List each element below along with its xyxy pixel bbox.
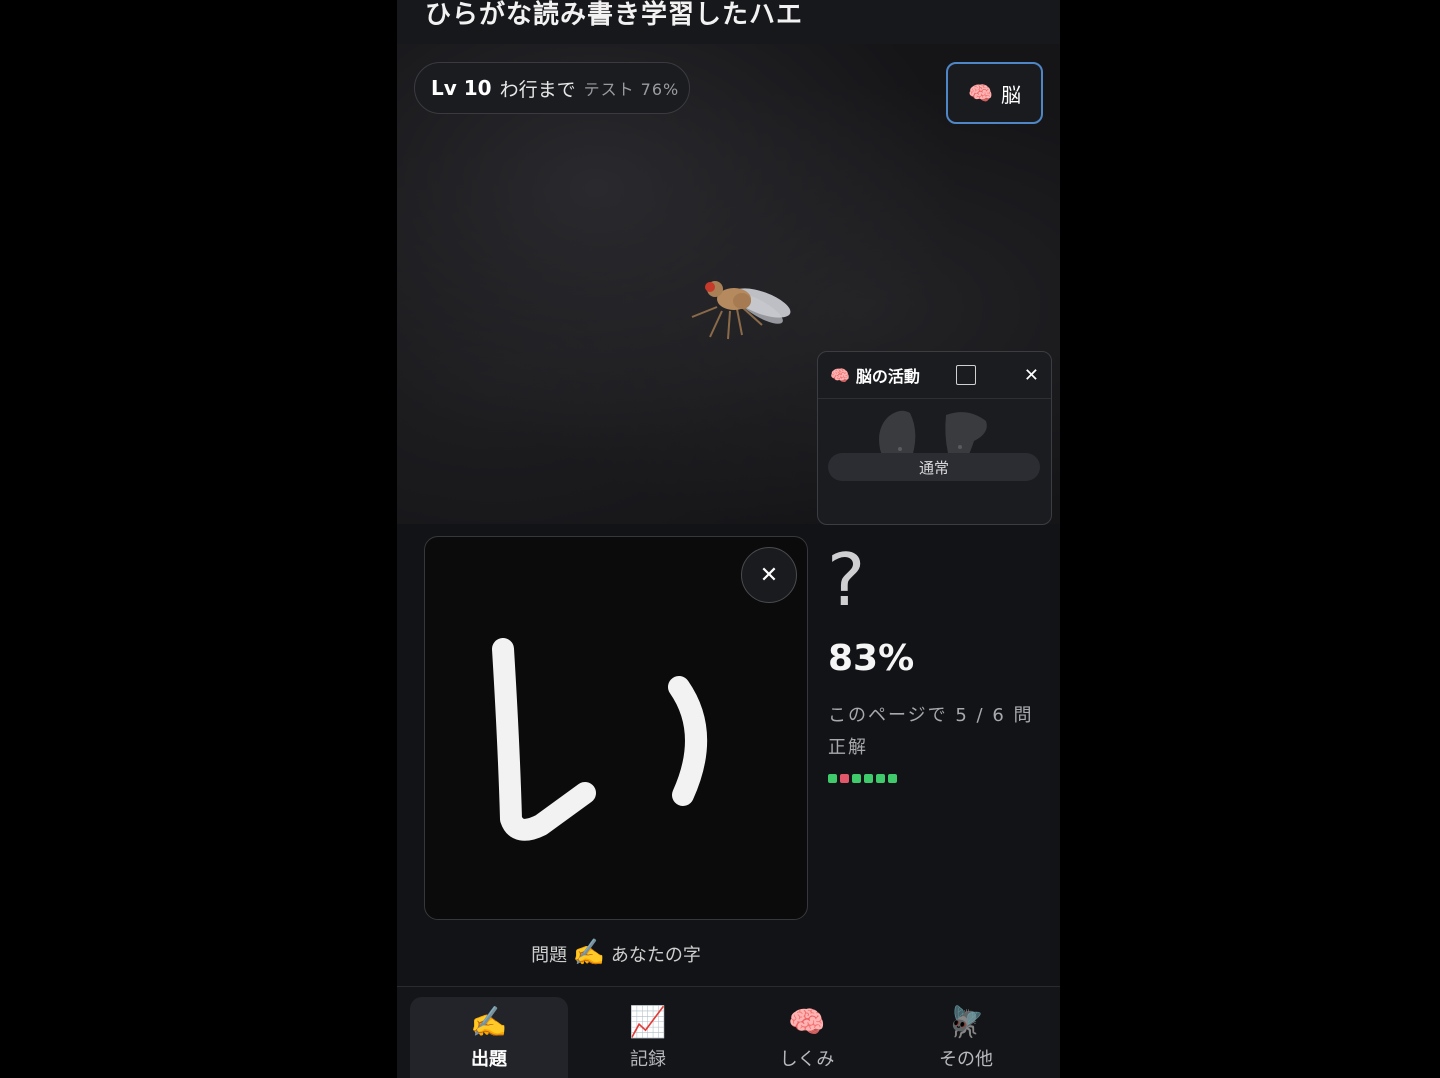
- brain-icon: 🧠: [830, 365, 850, 385]
- answer-history: [828, 774, 897, 783]
- caption-prefix: 問題: [531, 945, 568, 966]
- brain-panel-header: 🧠 脳の活動 ✕: [818, 352, 1051, 399]
- nav-item-records[interactable]: 📈 記録: [569, 997, 727, 1078]
- brain-activity-panel: 🧠 脳の活動 ✕ 通常: [817, 351, 1052, 525]
- answer-dot: [840, 774, 849, 783]
- fly-image: [691, 281, 791, 340]
- brain-panel-title: 脳の活動: [855, 367, 920, 386]
- writing-hand-icon: ✍️: [572, 938, 606, 968]
- brain-button[interactable]: 🧠 脳: [946, 62, 1043, 124]
- answer-dot: [828, 774, 837, 783]
- brain-button-label: 脳: [1000, 82, 1021, 107]
- answer-dot: [876, 774, 885, 783]
- nav-item-quiz[interactable]: ✍️ 出題: [410, 997, 568, 1078]
- nav-item-label: しくみ: [779, 1049, 835, 1070]
- nav-item-label: 記録: [630, 1049, 666, 1070]
- drawing-canvas[interactable]: ✕: [424, 536, 808, 920]
- page-score: このページで 5 / 6 問 正解: [828, 705, 1034, 758]
- brain-panel-close-button[interactable]: ✕: [1024, 365, 1039, 386]
- brain-activity-view: 通常: [818, 399, 1051, 489]
- brain-icon: 🧠: [968, 81, 993, 105]
- nav-item-mechanism[interactable]: 🧠 しくみ: [728, 997, 886, 1078]
- level-pill[interactable]: Lv 10 わ行まで テスト 76%: [414, 62, 690, 114]
- level-range: わ行まで: [499, 78, 576, 101]
- page-title: ひらがな読み書き学習したハエ: [425, 0, 804, 30]
- chart-icon: 📈: [629, 1005, 667, 1040]
- fly-guess: ?: [827, 538, 866, 622]
- fly-icon: 🪰: [947, 1005, 985, 1040]
- answer-dot: [888, 774, 897, 783]
- answer-dot: [864, 774, 873, 783]
- brain-icon: 🧠: [788, 1005, 826, 1040]
- brain-status-badge: 通常: [828, 453, 1040, 481]
- level-label: Lv 10: [431, 76, 492, 100]
- caption-suffix: あなたの字: [610, 945, 701, 966]
- accuracy-value: 83%: [828, 638, 915, 679]
- clear-canvas-button[interactable]: ✕: [741, 547, 797, 603]
- header: ひらがな読み書き学習したハエ: [397, 0, 1060, 44]
- answer-dot: [852, 774, 861, 783]
- bottom-nav: ✍️ 出題 📈 記録 🧠 しくみ 🪰 その他: [397, 986, 1060, 1078]
- canvas-caption: 問題 ✍️ あなたの字: [424, 938, 808, 968]
- writing-hand-icon: ✍️: [470, 1005, 508, 1040]
- nav-item-label: その他: [939, 1049, 993, 1070]
- app-frame: ひらがな読み書き学習したハエ Lv 10 わ行まで テスト 76% 🧠 脳 🧠 …: [397, 0, 1060, 1078]
- nav-item-other[interactable]: 🪰 その他: [887, 997, 1045, 1078]
- nav-item-label: 出題: [471, 1049, 507, 1070]
- brain-panel-checkbox[interactable]: [955, 365, 976, 385]
- test-score: テスト 76%: [583, 80, 680, 99]
